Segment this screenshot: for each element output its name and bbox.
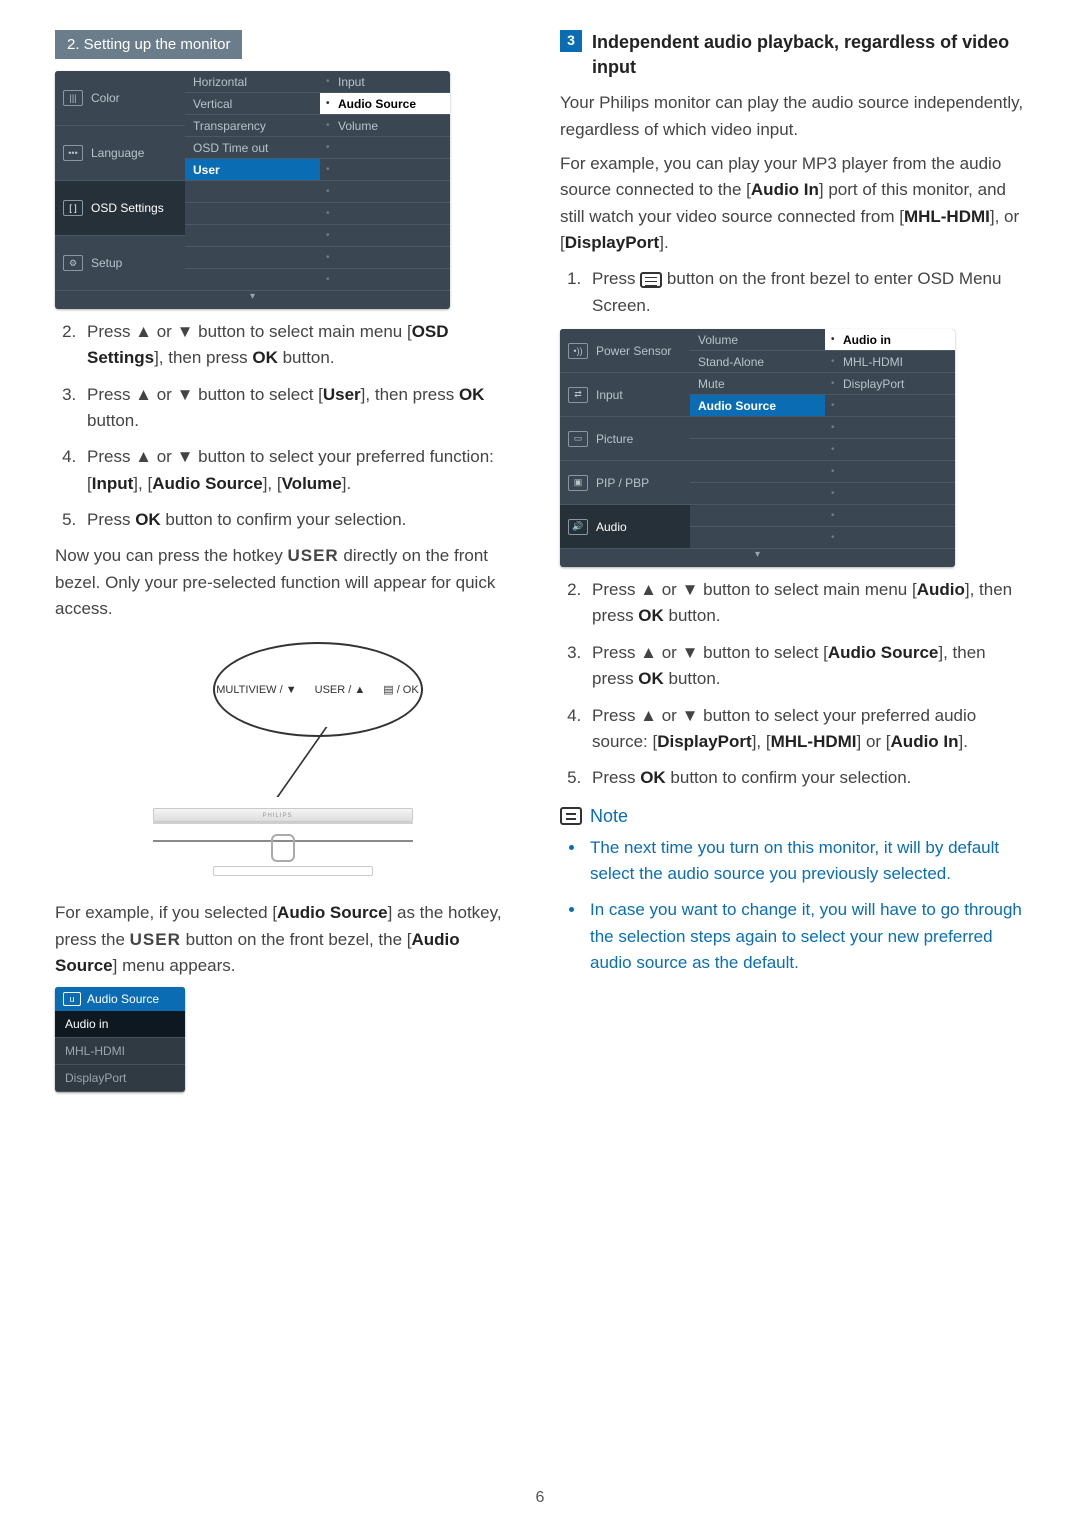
step-r5: Press OK button to confirm your selectio… <box>586 765 1025 791</box>
paragraph-r1: Your Philips monitor can play the audio … <box>560 90 1025 143</box>
page-number: 6 <box>0 1489 1080 1507</box>
step-5: Press OK button to confirm your selectio… <box>81 507 520 533</box>
label-user: USER / ▲ <box>315 684 366 696</box>
label-ok: ▤ / OK <box>383 683 418 696</box>
osd-menu-audio: VolumeAudio inStand-AloneMHL-HDMIMuteDis… <box>560 329 955 567</box>
speech-bubble: MULTIVIEW / ▼ USER / ▲ ▤ / OK <box>213 642 423 737</box>
steps-right-2: Press ▲ or ▼ button to select main menu … <box>586 577 1025 791</box>
step-r2: Press ▲ or ▼ button to select main menu … <box>586 577 1025 630</box>
section-header: 2. Setting up the monitor <box>55 30 242 59</box>
note-1: The next time you turn on this monitor, … <box>586 835 1025 888</box>
paragraph-r2: For example, you can play your MP3 playe… <box>560 151 1025 256</box>
front-bezel-diagram: MULTIVIEW / ▼ USER / ▲ ▤ / OK PHILIPS <box>153 632 423 882</box>
step-3: Press ▲ or ▼ button to select [User], th… <box>81 382 520 435</box>
audio-source-popup: uAudio SourceAudio inMHL-HDMIDisplayPort <box>55 987 185 1092</box>
heading-independent-audio: 3 Independent audio playback, regardless… <box>560 30 1025 80</box>
step-number-box: 3 <box>560 30 582 52</box>
steps-right-1: Press button on the front bezel to enter… <box>586 266 1025 319</box>
note-list: The next time you turn on this monitor, … <box>586 835 1025 977</box>
steps-left: Press ▲ or ▼ button to select main menu … <box>81 319 520 533</box>
step-2: Press ▲ or ▼ button to select main menu … <box>81 319 520 372</box>
step-r3: Press ▲ or ▼ button to select [Audio Sou… <box>586 640 1025 693</box>
osd-menu-settings: HorizontalInputVerticalAudio SourceTrans… <box>55 71 450 309</box>
step-r1: Press button on the front bezel to enter… <box>586 266 1025 319</box>
philips-logo: PHILIPS <box>263 813 293 819</box>
menu-button-icon <box>640 272 662 288</box>
power-button-icon <box>271 834 295 862</box>
paragraph-hotkey: Now you can press the hotkey USER direct… <box>55 543 520 622</box>
note-icon <box>560 807 582 825</box>
label-multiview: MULTIVIEW / ▼ <box>216 684 296 696</box>
note-2: In case you want to change it, you will … <box>586 897 1025 976</box>
step-4: Press ▲ or ▼ button to select your prefe… <box>81 444 520 497</box>
note-heading: Note <box>560 806 1025 827</box>
paragraph-example: For example, if you selected [Audio Sour… <box>55 900 520 979</box>
step-r4: Press ▲ or ▼ button to select your prefe… <box>586 703 1025 756</box>
